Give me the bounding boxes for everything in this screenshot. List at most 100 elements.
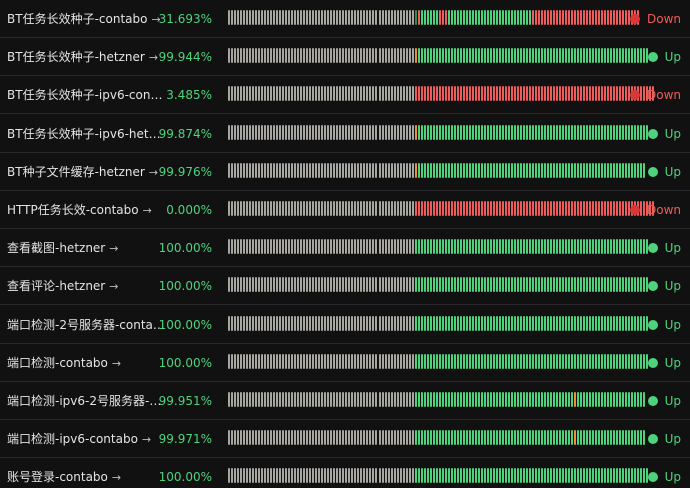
- heartbeat-tick[interactable]: [477, 430, 480, 446]
- heartbeat-tick[interactable]: [408, 86, 411, 102]
- heartbeat-tick[interactable]: [246, 10, 249, 25]
- heartbeat-tick[interactable]: [276, 277, 279, 293]
- heartbeat-tick[interactable]: [402, 353, 405, 369]
- heartbeat-tick[interactable]: [634, 162, 637, 178]
- heartbeat-tick[interactable]: [423, 315, 426, 331]
- heartbeat-tick[interactable]: [616, 10, 619, 25]
- heartbeat-tick[interactable]: [535, 392, 538, 407]
- heartbeat-tick[interactable]: [529, 86, 531, 102]
- heartbeat-tick[interactable]: [492, 10, 495, 25]
- heartbeat-tick[interactable]: [595, 468, 598, 484]
- heartbeat-tick[interactable]: [381, 162, 384, 178]
- heartbeat-tick[interactable]: [507, 430, 510, 446]
- heartbeat-tick[interactable]: [276, 468, 279, 484]
- heartbeat-tick[interactable]: [504, 468, 507, 484]
- heartbeat-tick[interactable]: [273, 239, 276, 255]
- heartbeat-tick[interactable]: [348, 239, 351, 255]
- heartbeat-tick[interactable]: [372, 430, 375, 446]
- heartbeat-tick[interactable]: [231, 277, 233, 293]
- heartbeat-tick[interactable]: [378, 10, 381, 25]
- heartbeat-tick[interactable]: [378, 239, 381, 255]
- heartbeat-tick[interactable]: [366, 48, 369, 64]
- heartbeat-tick[interactable]: [312, 162, 315, 178]
- heartbeat-tick[interactable]: [565, 162, 568, 178]
- heartbeat-tick[interactable]: [276, 430, 279, 446]
- heartbeat-tick[interactable]: [553, 430, 556, 446]
- heartbeat-tick[interactable]: [601, 392, 604, 407]
- heartbeat-tick[interactable]: [345, 353, 348, 369]
- heartbeat-tick[interactable]: [474, 392, 477, 407]
- heartbeat-tick[interactable]: [450, 277, 453, 293]
- heartbeat-tick[interactable]: [234, 86, 237, 102]
- heartbeat-tick[interactable]: [393, 124, 396, 140]
- heartbeat-tick[interactable]: [309, 48, 312, 64]
- heartbeat-tick[interactable]: [501, 353, 504, 369]
- heartbeat-tick[interactable]: [613, 315, 616, 331]
- heartbeat-tick[interactable]: [381, 468, 384, 484]
- heartbeat-tick[interactable]: [450, 86, 453, 102]
- heartbeat-tick[interactable]: [456, 239, 459, 255]
- heartbeat-tick[interactable]: [483, 468, 486, 484]
- heartbeat-tick[interactable]: [327, 48, 330, 64]
- heartbeat-tick[interactable]: [267, 468, 270, 484]
- heartbeat-tick[interactable]: [273, 353, 276, 369]
- heartbeat-tick[interactable]: [339, 430, 342, 446]
- heartbeat-tick[interactable]: [538, 239, 541, 255]
- heartbeat-tick[interactable]: [589, 353, 592, 369]
- heartbeat-tick[interactable]: [345, 430, 348, 446]
- heartbeat-tick[interactable]: [465, 201, 468, 216]
- heartbeat-tick[interactable]: [348, 315, 351, 331]
- heartbeat-tick[interactable]: [438, 48, 441, 64]
- heartbeat-tick[interactable]: [399, 392, 402, 407]
- heartbeat-tick[interactable]: [574, 239, 577, 255]
- heartbeat-tick[interactable]: [360, 201, 363, 216]
- heartbeat-tick[interactable]: [643, 315, 646, 331]
- heartbeat-tick[interactable]: [592, 277, 595, 293]
- monitor-name-link[interactable]: 端口检测-contabo →: [7, 355, 165, 372]
- heartbeat-tick[interactable]: [565, 201, 568, 216]
- heartbeat-tick[interactable]: [375, 468, 378, 484]
- heartbeat-tick[interactable]: [336, 277, 339, 293]
- heartbeat-tick[interactable]: [252, 86, 255, 102]
- heartbeat-tick[interactable]: [264, 430, 267, 446]
- heartbeat-tick[interactable]: [312, 201, 315, 216]
- heartbeat-tick[interactable]: [535, 48, 538, 64]
- heartbeat-tick[interactable]: [571, 162, 574, 178]
- heartbeat-tick[interactable]: [228, 10, 230, 25]
- heartbeat-tick[interactable]: [327, 201, 330, 216]
- heartbeat-tick[interactable]: [501, 201, 504, 216]
- heartbeat-tick[interactable]: [498, 10, 501, 25]
- heartbeat-tick[interactable]: [240, 48, 243, 64]
- heartbeat-tick[interactable]: [252, 239, 255, 255]
- heartbeat-tick[interactable]: [607, 86, 610, 102]
- heartbeat-tick[interactable]: [468, 277, 471, 293]
- heartbeat-tick[interactable]: [417, 10, 420, 25]
- heartbeat-tick[interactable]: [306, 201, 309, 216]
- heartbeat-tick[interactable]: [607, 162, 610, 178]
- heartbeat-tick[interactable]: [519, 10, 522, 25]
- heartbeat-tick[interactable]: [435, 10, 438, 25]
- heartbeat-tick[interactable]: [535, 315, 538, 331]
- heartbeat-tick[interactable]: [420, 392, 423, 407]
- heartbeat-tick[interactable]: [622, 10, 625, 25]
- heartbeat-tick[interactable]: [459, 392, 462, 407]
- heartbeat-tick[interactable]: [306, 430, 309, 446]
- heartbeat-tick[interactable]: [519, 162, 522, 178]
- heartbeat-tick[interactable]: [565, 48, 568, 64]
- heartbeat-tick[interactable]: [634, 239, 637, 255]
- heartbeat-tick[interactable]: [507, 48, 510, 64]
- heartbeat-tick[interactable]: [465, 353, 468, 369]
- heartbeat-tick[interactable]: [435, 277, 438, 293]
- heartbeat-tick[interactable]: [462, 124, 465, 140]
- heartbeat-tick[interactable]: [429, 277, 432, 293]
- heartbeat-tick[interactable]: [592, 353, 595, 369]
- heartbeat-tick[interactable]: [321, 277, 324, 293]
- heartbeat-tick[interactable]: [237, 48, 240, 64]
- heartbeat-tick[interactable]: [351, 124, 354, 140]
- heartbeat-tick[interactable]: [492, 48, 495, 64]
- heartbeat-tick[interactable]: [249, 10, 252, 25]
- heartbeat-tick[interactable]: [267, 277, 270, 293]
- heartbeat-tick[interactable]: [501, 48, 504, 64]
- heartbeat-tick[interactable]: [486, 201, 489, 216]
- heartbeat-tick[interactable]: [291, 353, 294, 369]
